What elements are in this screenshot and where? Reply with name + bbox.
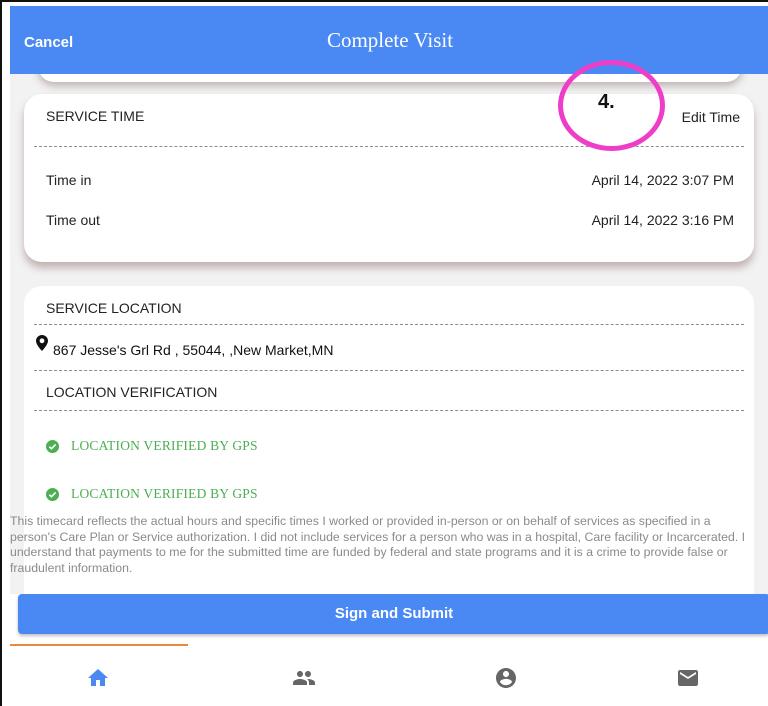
attestation-text: This timecard reflects the actual hours … <box>10 514 746 575</box>
check-circle-icon <box>46 439 59 453</box>
time-in-value: April 14, 2022 3:07 PM <box>591 172 734 188</box>
active-tab-indicator <box>10 644 188 646</box>
location-verified-status: LOCATION VERIFIED BY GPS <box>46 486 258 502</box>
check-circle-icon <box>46 487 59 501</box>
account-circle-icon[interactable] <box>494 666 518 690</box>
annotation-number: 4. <box>598 91 615 113</box>
home-icon[interactable] <box>86 666 110 690</box>
divider <box>34 324 744 325</box>
service-location-heading: SERVICE LOCATION <box>46 300 182 316</box>
divider <box>34 370 744 371</box>
map-pin-icon <box>36 335 48 351</box>
verified-label: LOCATION VERIFIED BY GPS <box>71 438 258 453</box>
divider <box>34 410 744 411</box>
location-verification-heading: LOCATION VERIFICATION <box>46 384 218 400</box>
mail-icon[interactable] <box>676 666 700 690</box>
edit-time-button[interactable]: Edit Time <box>682 109 740 125</box>
top-app-bar: Cancel Complete Visit <box>10 6 768 74</box>
scroll-content[interactable]: SERVICE TIME Edit Time Time in April 14,… <box>10 74 768 594</box>
service-address: 867 Jesse's Grl Rd , 55044, ,New Market,… <box>53 342 334 358</box>
service-time-heading: SERVICE TIME <box>46 108 145 124</box>
app-frame: Cancel Complete Visit SERVICE TIME Edit … <box>0 0 768 706</box>
people-icon[interactable] <box>292 666 316 690</box>
divider <box>34 146 744 147</box>
sign-and-submit-button[interactable]: Sign and Submit <box>18 594 768 634</box>
time-out-label: Time out <box>46 212 100 228</box>
page-title: Complete Visit <box>326 28 454 52</box>
time-in-label: Time in <box>46 172 92 188</box>
service-location-card: SERVICE LOCATION 867 Jesse's Grl Rd , 55… <box>10 286 754 594</box>
bottom-navigation <box>10 642 768 706</box>
time-out-value: April 14, 2022 3:16 PM <box>591 212 734 228</box>
verified-label: LOCATION VERIFIED BY GPS <box>71 486 258 501</box>
location-verified-status: LOCATION VERIFIED BY GPS <box>46 438 258 454</box>
